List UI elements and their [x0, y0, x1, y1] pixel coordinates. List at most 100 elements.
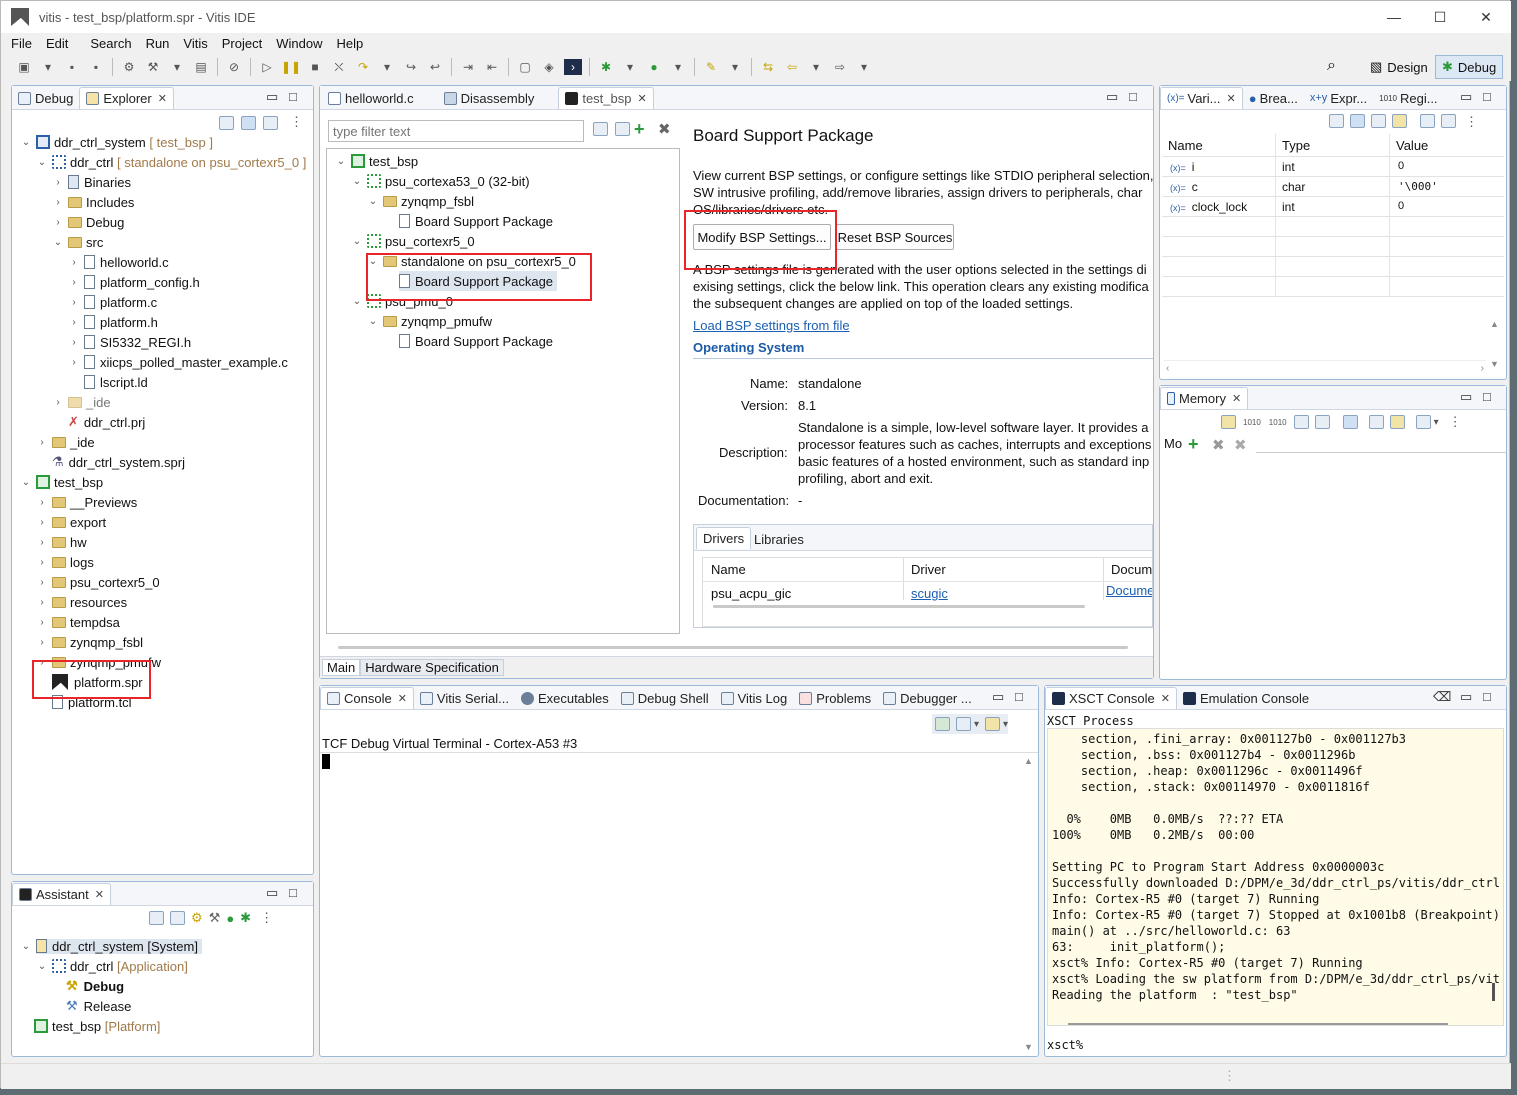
toolbar-icon[interactable]: [1342, 415, 1358, 429]
vertical-scrollbar[interactable]: [1492, 983, 1495, 1001]
collapse-all-icon[interactable]: [590, 122, 611, 139]
add-icon[interactable]: +: [634, 119, 645, 140]
maximize-icon[interactable]: □: [1483, 689, 1491, 704]
menu-vitis[interactable]: Vitis: [183, 36, 207, 51]
assistant-item-debug[interactable]: ⚒ Debug: [66, 976, 124, 996]
last-edit-icon[interactable]: ⇆: [759, 59, 777, 75]
minimize-icon[interactable]: ▭: [266, 885, 278, 901]
build-config-icon[interactable]: ⚙: [120, 59, 138, 75]
tab-console[interactable]: Console ✕: [320, 687, 414, 709]
save-icon[interactable]: ▪: [63, 59, 81, 75]
close-icon[interactable]: ✕: [638, 92, 647, 105]
tab-assistant[interactable]: Assistant ✕: [12, 883, 111, 905]
tab-problems[interactable]: Problems: [793, 687, 877, 709]
toolbar-icon[interactable]: [1441, 114, 1456, 128]
collapse-all-icon[interactable]: [149, 911, 164, 925]
window-icon[interactable]: ▢: [516, 59, 534, 75]
build-icon[interactable]: ⚒: [209, 910, 221, 926]
tab-hardware-specification[interactable]: Hardware Specification: [360, 659, 504, 676]
horizontal-scrollbar[interactable]: [1068, 1023, 1448, 1025]
reset-bsp-sources-button[interactable]: Reset BSP Sources: [836, 224, 954, 250]
tree-item[interactable]: › _ide: [36, 432, 94, 452]
open-console-icon[interactable]: [985, 717, 1001, 731]
close-icon[interactable]: ✕: [398, 692, 407, 705]
remove-all-icon[interactable]: ✖: [1234, 436, 1247, 454]
perspective-design[interactable]: ▧ Design: [1363, 55, 1435, 79]
tree-item[interactable]: › zynqmp_pmufw: [36, 652, 161, 672]
tree-item[interactable]: › logs: [36, 552, 94, 572]
view-menu-icon[interactable]: ⋮: [1449, 414, 1462, 430]
toolbar-icon[interactable]: [1293, 415, 1309, 429]
view-menu-icon[interactable]: ⋮: [290, 114, 303, 130]
load-bsp-settings-link[interactable]: Load BSP settings from file: [693, 318, 850, 333]
bsp-tree-item[interactable]: Board Support Package: [399, 331, 553, 351]
save-all-icon[interactable]: ▪: [87, 59, 105, 75]
tab-libraries[interactable]: Libraries: [748, 528, 810, 550]
maximize-icon[interactable]: □: [1015, 689, 1023, 704]
dropdown-icon[interactable]: ▾: [974, 719, 979, 730]
modify-bsp-settings-button[interactable]: Modify BSP Settings...: [693, 224, 831, 250]
bsp-tree-item[interactable]: ⌄ standalone on psu_cortexr5_0: [367, 251, 576, 271]
tab-breakpoints[interactable]: ● Brea...: [1243, 87, 1304, 109]
export-icon[interactable]: 1010: [1269, 418, 1287, 427]
assistant-item-platform[interactable]: test_bsp [Platform]: [34, 1016, 160, 1036]
perspective-debug[interactable]: ✱ Debug: [1435, 55, 1504, 79]
display-console-icon[interactable]: [956, 717, 971, 731]
terminal-icon[interactable]: ▤: [192, 59, 210, 75]
tab-drivers[interactable]: Drivers: [696, 527, 752, 549]
tree-item[interactable]: › xiicps_polled_master_example.c: [68, 352, 288, 372]
tab-vitis-serial[interactable]: Vitis Serial...: [414, 687, 515, 709]
minimize-icon[interactable]: ▭: [1106, 89, 1118, 105]
toolbar-icon[interactable]: [1420, 114, 1435, 128]
tab-memory[interactable]: Memory ✕: [1160, 387, 1249, 409]
close-icon[interactable]: ✕: [1161, 692, 1170, 705]
tree-item[interactable]: ⚗ ddr_ctrl_system.sprj: [52, 452, 185, 472]
run-icon[interactable]: ●: [645, 59, 663, 75]
close-icon[interactable]: ✕: [1232, 392, 1241, 405]
assistant-item-system[interactable]: ⌄ ddr_ctrl_system [System]: [20, 936, 202, 956]
add-monitor-icon[interactable]: +: [1188, 434, 1199, 455]
menu-file[interactable]: File: [11, 36, 32, 51]
import-icon[interactable]: 1010: [1243, 418, 1261, 427]
dropdown-icon[interactable]: ▾: [621, 59, 639, 75]
external-tools-icon[interactable]: ✎: [702, 59, 720, 75]
run-icon[interactable]: ●: [226, 911, 234, 926]
dropdown-icon[interactable]: ▾: [669, 59, 687, 75]
tree-item[interactable]: › helloworld.c: [68, 252, 168, 272]
menu-run[interactable]: Run: [146, 36, 170, 51]
expand-all-icon[interactable]: [612, 122, 633, 139]
tree-item[interactable]: › resources: [36, 592, 127, 612]
menu-edit[interactable]: Edit: [46, 36, 68, 51]
dropdown-icon[interactable]: ▾: [1003, 719, 1008, 730]
tree-item-platform-spr[interactable]: platform.spr: [52, 672, 143, 692]
back-icon[interactable]: ⇦: [783, 59, 801, 75]
toolbar-icon[interactable]: [1221, 415, 1236, 429]
tab-helloworld[interactable]: helloworld.c: [322, 87, 420, 109]
xsct-prompt[interactable]: xsct%: [1047, 1038, 1083, 1052]
new-icon[interactable]: ▣: [15, 59, 33, 75]
variable-row[interactable]: (x)= clock_lock: [1170, 200, 1247, 214]
maximize-icon[interactable]: □: [289, 89, 297, 104]
tree-item[interactable]: › platform_config.h: [68, 272, 199, 292]
vertical-scrollbar[interactable]: ▲ ▼: [1490, 304, 1499, 384]
close-button[interactable]: ✕: [1463, 1, 1509, 33]
horizontal-scrollbar[interactable]: [713, 605, 1085, 608]
tree-item[interactable]: › SI5332_REGI.h: [68, 332, 191, 352]
tree-item[interactable]: › psu_cortexr5_0: [36, 572, 159, 592]
tree-item[interactable]: ✗ ddr_ctrl.prj: [68, 412, 145, 432]
close-icon[interactable]: ✕: [158, 92, 167, 105]
tab-debug-shell[interactable]: Debug Shell: [615, 687, 715, 709]
tree-item[interactable]: › _ide: [52, 392, 110, 412]
step-into-icon[interactable]: ↷: [354, 59, 372, 75]
settings-icon[interactable]: ⚙: [191, 910, 203, 926]
minimize-icon[interactable]: ▭: [266, 89, 278, 105]
menu-help[interactable]: Help: [336, 36, 363, 51]
variable-row[interactable]: (x)= c: [1170, 180, 1198, 194]
collapse-all-icon[interactable]: [1371, 114, 1386, 128]
minimize-icon[interactable]: ▭: [1460, 389, 1472, 405]
dropdown-icon[interactable]: ▾: [855, 59, 873, 75]
bsp-tree-item[interactable]: ⌄ zynqmp_fsbl: [367, 191, 474, 211]
tab-debug[interactable]: Debug: [12, 87, 79, 109]
tree-item[interactable]: › Debug: [52, 212, 124, 232]
tab-variables[interactable]: (x)= Vari... ✕: [1160, 87, 1243, 109]
